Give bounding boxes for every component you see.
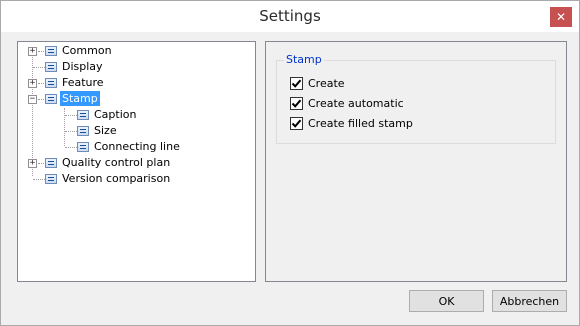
tree-connector [65, 131, 77, 132]
tree-item-version-comparison[interactable]: Version comparison [60, 171, 172, 186]
cancel-button[interactable]: Abbrechen [492, 290, 567, 312]
close-button[interactable]: ✕ [550, 7, 572, 27]
expand-common-toggle[interactable]: + [28, 47, 37, 56]
checkmark-icon [291, 119, 302, 128]
tree-item-caption[interactable]: Caption [92, 107, 138, 122]
collapse-stamp-toggle[interactable]: − [28, 95, 37, 104]
tree-item-common[interactable]: Common [60, 43, 114, 58]
checkmark-icon [291, 79, 302, 88]
tree-item-connecting-line[interactable]: Connecting line [92, 139, 182, 154]
create-filled-stamp-option[interactable]: Create filled stamp [290, 117, 413, 130]
close-icon: ✕ [555, 10, 567, 24]
create-filled-stamp-label: Create filled stamp [308, 117, 413, 130]
create-checkbox[interactable] [290, 77, 303, 90]
tree-item-feature[interactable]: Feature [60, 75, 106, 90]
tree-connector [64, 108, 65, 146]
list-icon [45, 78, 57, 88]
tree-item-quality-control-plan[interactable]: Quality control plan [60, 155, 172, 170]
tree-connector [33, 67, 45, 68]
expand-quality-control-plan-toggle[interactable]: + [28, 159, 37, 168]
tree-connector [33, 179, 45, 180]
tree-item-display[interactable]: Display [60, 59, 105, 74]
ok-button[interactable]: OK [409, 290, 484, 312]
list-icon [45, 46, 57, 56]
create-automatic-label: Create automatic [308, 97, 404, 110]
create-option[interactable]: Create [290, 77, 345, 90]
list-icon [45, 94, 57, 104]
expand-feature-toggle[interactable]: + [28, 79, 37, 88]
list-icon [77, 142, 89, 152]
checkmark-icon [291, 99, 302, 108]
window-title: Settings [259, 7, 321, 25]
stamp-settings-panel: Stamp Create Create automatic Create fil… [265, 41, 567, 282]
tree-item-size[interactable]: Size [92, 123, 119, 138]
tree-item-stamp[interactable]: Stamp [60, 91, 100, 106]
list-icon [45, 174, 57, 184]
settings-tree[interactable]: + Common Display + Feature − Stamp Capti… [17, 41, 256, 282]
list-icon [45, 62, 57, 72]
create-automatic-checkbox[interactable] [290, 97, 303, 110]
settings-dialog: Settings ✕ + Common Display + Feature − … [0, 0, 580, 326]
create-automatic-option[interactable]: Create automatic [290, 97, 404, 110]
list-icon [77, 126, 89, 136]
stamp-group-title: Stamp [284, 53, 324, 66]
list-icon [77, 110, 89, 120]
create-filled-stamp-checkbox[interactable] [290, 117, 303, 130]
tree-connector [65, 115, 77, 116]
title-bar: Settings ✕ [1, 1, 579, 32]
list-icon [45, 158, 57, 168]
create-label: Create [308, 77, 345, 90]
tree-connector [65, 147, 77, 148]
